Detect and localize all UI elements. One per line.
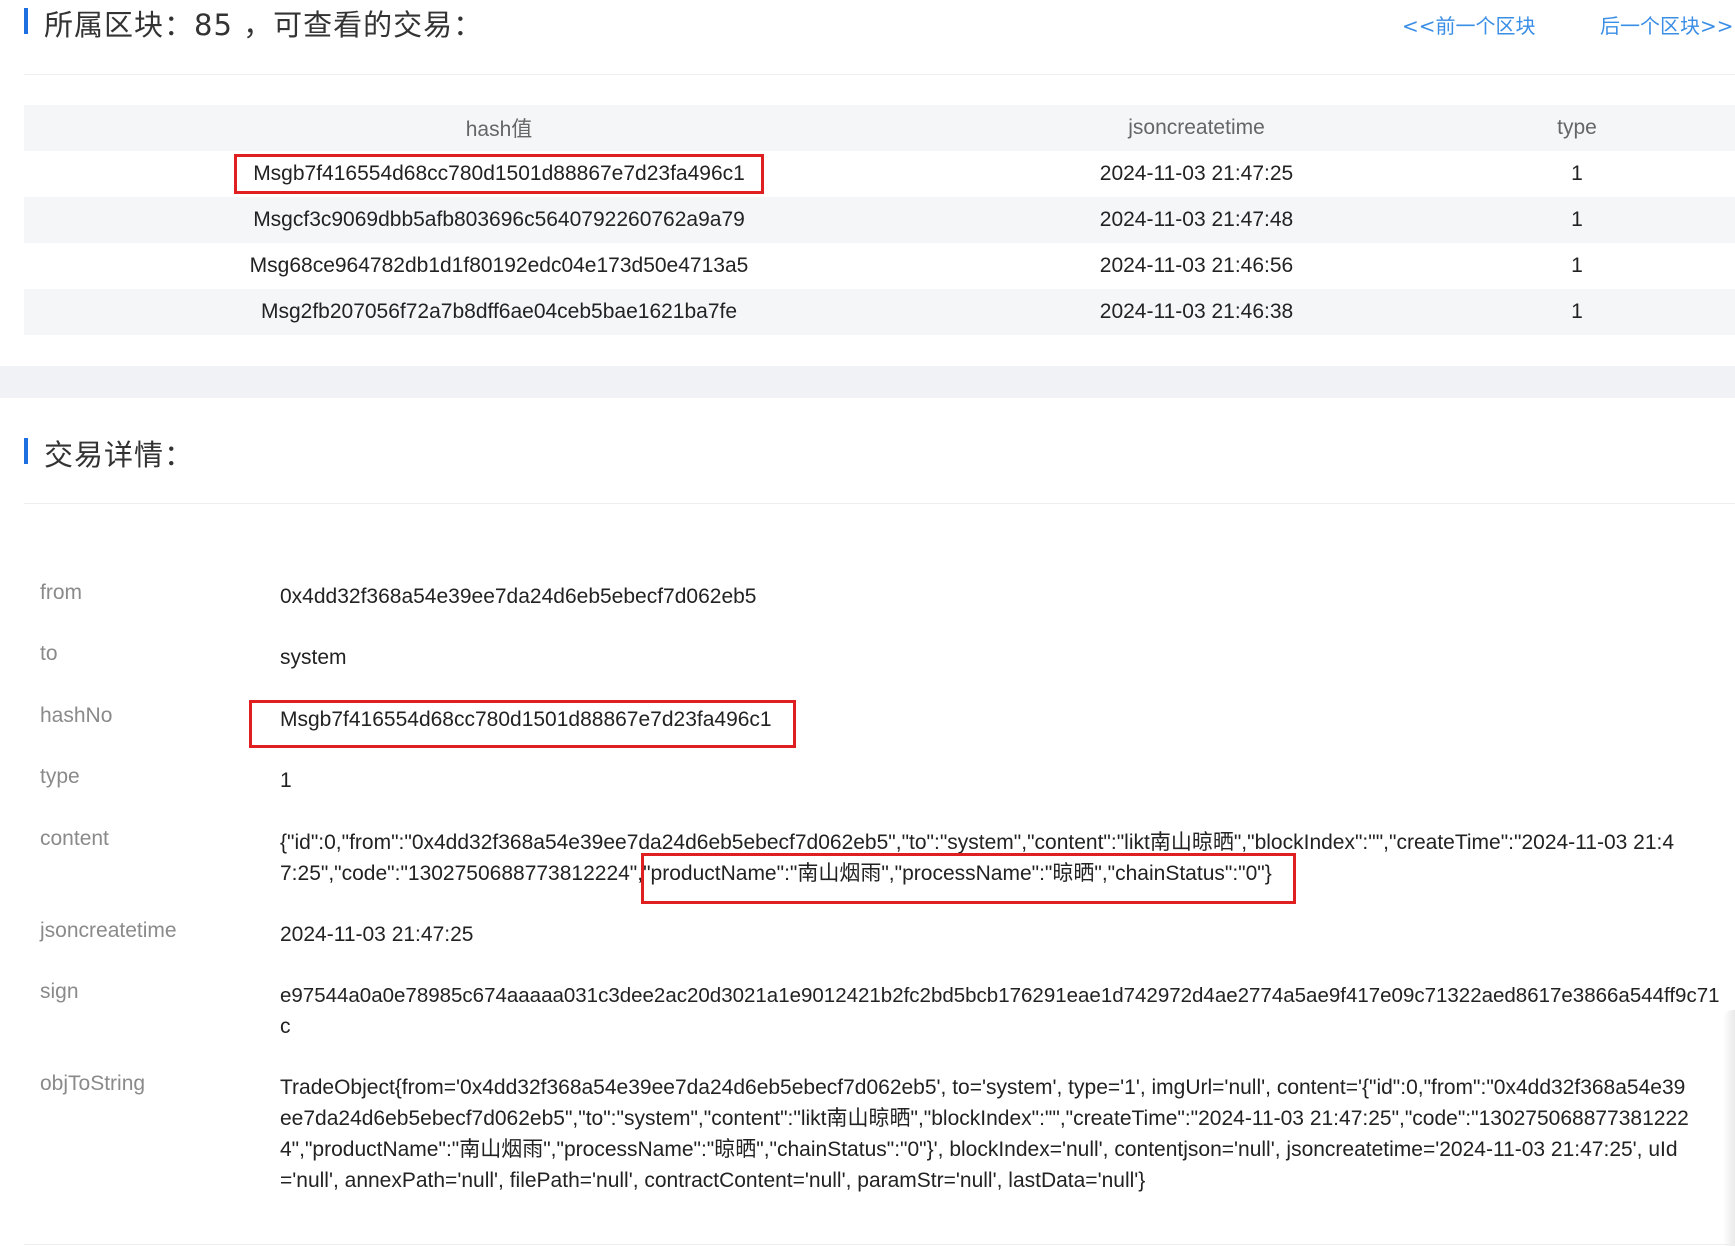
type-cell: 1 xyxy=(1419,289,1735,335)
content-code-part: 7:25","code":"1302750688773812224", xyxy=(280,862,644,885)
time-cell: 2024-11-03 21:46:56 xyxy=(1099,254,1294,277)
divider xyxy=(24,1244,1735,1245)
time-cell: 2024-11-03 21:47:25 xyxy=(1099,162,1294,185)
hash-cell[interactable]: Msg68ce964782db1d1f80192edc04e173d50e471… xyxy=(24,243,974,289)
next-block-link[interactable]: 后一个区块>> xyxy=(1600,10,1734,39)
time-cell: 2024-11-03 21:46:38 xyxy=(974,289,1419,335)
objtostring-line: TradeObject{from='0x4dd32f368a54e39ee7da… xyxy=(280,1076,1686,1099)
section-separator xyxy=(0,366,1735,398)
objtostring-value: TradeObject{from='0x4dd32f368a54e39ee7da… xyxy=(280,1072,1720,1196)
sign-value: e97544a0a0e78985c674aaaaa031c3dee2ac20d3… xyxy=(280,980,1720,1042)
sign-line: c xyxy=(280,1015,291,1038)
objtostring-line: 4","productName":"南山烟雨","processName":"晾… xyxy=(280,1138,1678,1161)
column-header-jsoncreatetime: jsoncreatetime xyxy=(974,105,1419,151)
objtostring-line: ee7da24d6eb5ebecf7d062eb5","to":"system"… xyxy=(280,1107,1689,1130)
content-line: {"id":0,"from":"0x4dd32f368a54e39ee7da24… xyxy=(280,831,1675,854)
table-row[interactable]: Msgb7f416554d68cc780d1501d88867e7d23fa49… xyxy=(24,151,1735,197)
sign-line: e97544a0a0e78985c674aaaaa031c3dee2ac20d3… xyxy=(280,984,1720,1007)
table-row[interactable]: Msgcf3c9069dbb5afb803696c5640792260762a9… xyxy=(24,197,1735,243)
hash-cell[interactable]: Msgcf3c9069dbb5afb803696c5640792260762a9… xyxy=(24,197,974,243)
detail-section: 交易详情： from 0x4dd32f368a54e39ee7da24d6eb5… xyxy=(0,398,1735,1246)
objtostring-label: objToString xyxy=(40,1072,146,1095)
type-value: 1 xyxy=(280,769,292,792)
time-cell: 2024-11-03 21:47:48 xyxy=(974,197,1419,243)
divider xyxy=(24,74,1735,75)
type-cell: 1 xyxy=(1571,162,1583,185)
objtostring-line: ='null', annexPath='null', filePath='nul… xyxy=(280,1169,1146,1192)
page: 所属区块：85 ，可查看的交易： <<前一个区块 后一个区块>> hash值 j… xyxy=(0,0,1735,1246)
hash-cell[interactable]: Msgb7f416554d68cc780d1501d88867e7d23fa49… xyxy=(24,151,974,197)
block-title: 所属区块：85 ，可查看的交易： xyxy=(44,8,484,42)
hashno-value: Msgb7f416554d68cc780d1501d88867e7d23fa49… xyxy=(280,708,772,731)
type-cell: 1 xyxy=(1419,197,1735,243)
table-row[interactable]: Msg68ce964782db1d1f80192edc04e173d50e471… xyxy=(24,243,1735,289)
table-row[interactable]: Msg2fb207056f72a7b8dff6ae04ceb5bae1621ba… xyxy=(24,289,1735,335)
type-label: type xyxy=(40,765,80,788)
content-product-part: "productName":"南山烟雨","processName":"晾晒",… xyxy=(643,862,1272,885)
prev-block-link[interactable]: <<前一个区块 xyxy=(1402,10,1536,39)
hashno-label: hashNo xyxy=(40,704,113,727)
to-value: system xyxy=(280,646,347,669)
type-cell: 1 xyxy=(1571,254,1583,277)
table-header-row: hash值 jsoncreatetime type xyxy=(24,105,1735,151)
content-line: 7:25","code":"1302750688773812224","prod… xyxy=(280,858,1720,889)
sign-label: sign xyxy=(40,980,79,1003)
block-section: 所属区块：85 ，可查看的交易： <<前一个区块 后一个区块>> hash值 j… xyxy=(0,0,1735,366)
transactions-table: hash值 jsoncreatetime type Msgb7f416554d6… xyxy=(24,105,1735,335)
section-accent-bar xyxy=(24,438,28,464)
column-header-type: type xyxy=(1419,105,1735,151)
scrollbar-edge[interactable] xyxy=(1723,1010,1735,1246)
content-label: content xyxy=(40,827,109,850)
from-value: 0x4dd32f368a54e39ee7da24d6eb5ebecf7d062e… xyxy=(280,585,757,608)
section-accent-bar xyxy=(24,8,28,34)
to-label: to xyxy=(40,642,58,665)
from-label: from xyxy=(40,581,82,604)
column-header-hash: hash值 xyxy=(24,105,974,151)
hash-cell[interactable]: Msg2fb207056f72a7b8dff6ae04ceb5bae1621ba… xyxy=(24,289,974,335)
content-value: {"id":0,"from":"0x4dd32f368a54e39ee7da24… xyxy=(280,827,1720,889)
jsoncreatetime-label: jsoncreatetime xyxy=(40,919,177,942)
divider xyxy=(24,503,1735,504)
jsoncreatetime-value: 2024-11-03 21:47:25 xyxy=(280,923,474,946)
detail-title: 交易详情： xyxy=(44,438,195,472)
